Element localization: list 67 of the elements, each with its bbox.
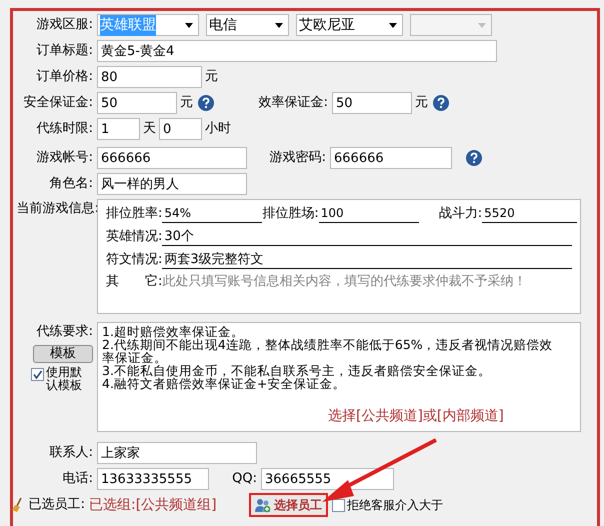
field-label: 已选员工: (28, 496, 86, 514)
field-label: 排位胜率: (106, 204, 162, 222)
help-icon[interactable] (433, 95, 449, 111)
input-field[interactable]: 上家家 (97, 442, 257, 464)
field-label: 订单标题: (36, 42, 94, 60)
help-icon[interactable] (198, 95, 214, 111)
field-label: 安全保证金: (22, 94, 94, 112)
unit-label: 元 (414, 94, 429, 112)
field-label: 代练要求: (36, 323, 93, 341)
input-field[interactable]: 50 (332, 92, 412, 114)
field-label: 英雄情况: (106, 228, 162, 246)
checkbox-label: 拒绝客服介入大于 (346, 497, 443, 514)
dropdown[interactable]: 电信 (206, 14, 289, 36)
unit-label: 元 (179, 94, 194, 112)
input-field[interactable]: 80 (97, 66, 202, 88)
people-icon (255, 497, 271, 513)
field-label: 代练时限: (36, 120, 94, 138)
input-field[interactable]: 5520 (482, 203, 578, 223)
input-field[interactable]: 666666 (97, 147, 247, 169)
unit-label: 天 (142, 120, 157, 138)
field-label: 订单价格: (36, 68, 94, 86)
requirement-text: 3.不能私自使用金币，不能私自联系号主，违反者赔偿安全保证金。 (102, 364, 492, 377)
requirement-text: 4.融符文者赔偿效率保证金+安全保证金。 (102, 377, 346, 390)
field-label: 联系人: (48, 444, 94, 462)
caret-icon (185, 22, 193, 28)
input-field[interactable]: 0 (159, 118, 202, 140)
caret-icon (389, 22, 397, 28)
field-label: 排位胜场: (262, 204, 319, 222)
input-field[interactable]: 1 (97, 118, 140, 140)
checkbox[interactable] (332, 498, 345, 512)
help-icon[interactable] (466, 150, 482, 166)
field-label: 角色名: (48, 175, 94, 194)
text-area[interactable]: 1.超时赔偿效率保证金。 2.代练期间不能出现4连跪，整体战绩胜率不能低于65%，违反者视情况赔偿效率保证金。 3.不能私自使用金币，不能私自联系号主，违反者赔偿安全保证金。 4.融符文者赔偿效率保证金+安全保证金。 选择[公共频道]或[内部频道] (97, 322, 581, 432)
selected-group-text: 已选组:[公共频道组] (89, 496, 218, 514)
field-label: 游戏帐号: (36, 149, 94, 168)
input-field[interactable]: 两套3级完整符文 (162, 249, 572, 269)
input-field[interactable]: 36665555 (261, 468, 394, 490)
field-label: QQ: (231, 470, 258, 488)
field-label: 效率保证金: (258, 94, 329, 112)
input-field[interactable]: 50 (97, 92, 177, 114)
checkbox[interactable] (31, 368, 44, 380)
checkbox-label: 使用默认模板 (46, 366, 83, 392)
input-field[interactable]: 100 (318, 203, 419, 223)
input-field[interactable]: 13633335555 (97, 468, 209, 490)
unit-label: 元 (204, 68, 219, 86)
field-label: 游戏区服: (36, 16, 94, 34)
field-label: 电话: (62, 470, 94, 488)
unit-label: 小时 (204, 120, 232, 138)
field-label: 战斗力: (438, 204, 482, 222)
caret-icon (478, 22, 486, 28)
field-label: 游戏密码: (268, 149, 327, 168)
check-icon (32, 368, 43, 380)
caret-icon (275, 22, 283, 28)
input-field[interactable]: 54% (162, 203, 262, 223)
field-label: 符文情况: (106, 250, 162, 268)
select-staff-button[interactable]: 选择员工 (249, 493, 328, 517)
dropdown[interactable]: 艾欧尼亚 (296, 14, 403, 36)
placeholder-text: 此处只填写账号信息相关内容，填写的代练要求仲裁不予采纳！ (162, 273, 528, 291)
input-field[interactable]: 30个 (162, 226, 572, 246)
annotation-text: 选择[公共频道]或[内部频道] (328, 407, 504, 426)
requirement-text: 1.超时赔偿效率保证金。 (102, 325, 245, 338)
input-field[interactable]: 风一样的男人 (97, 173, 247, 195)
field-label: 其 它: (106, 273, 162, 291)
template-button[interactable]: 模板 (33, 344, 93, 362)
requirement-text: 2.代练期间不能出现4连跪，整体战绩胜率不能低于65%，违反者视情况赔偿效率保证金。 (102, 338, 554, 364)
input-field[interactable]: 666666 (330, 147, 452, 169)
input-field[interactable]: 黄金5-黄金4 (97, 40, 497, 62)
